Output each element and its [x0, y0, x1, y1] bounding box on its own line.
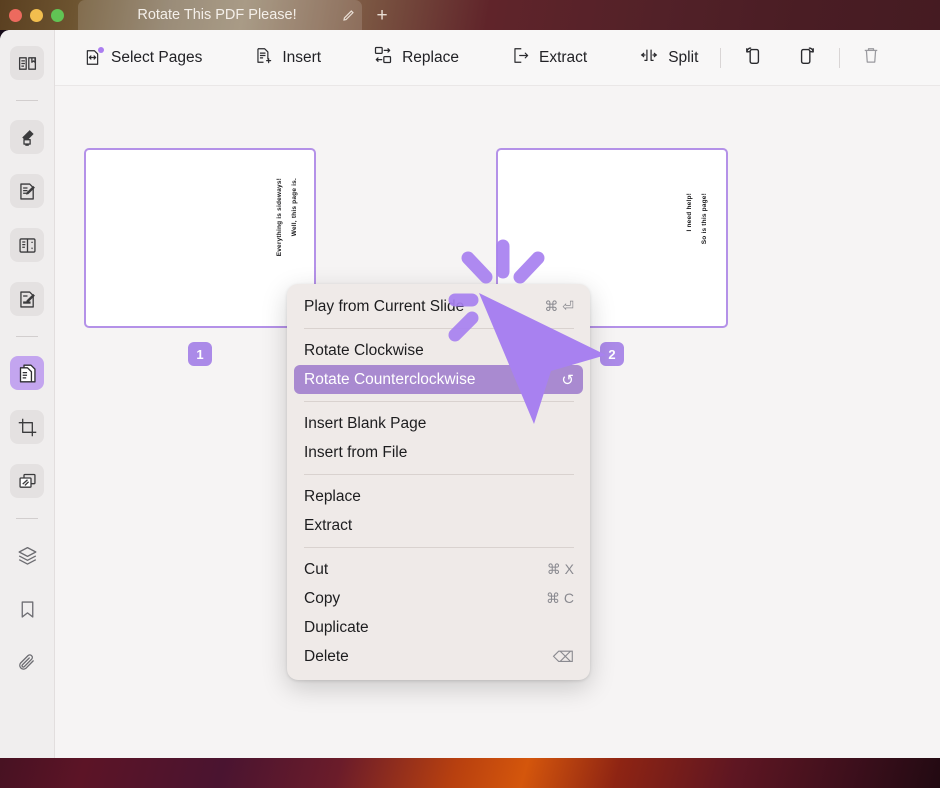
replace-button[interactable]: Replace	[365, 41, 467, 75]
menu-separator	[304, 328, 574, 329]
split-button[interactable]: Split	[631, 41, 706, 75]
select-pages-badge-dot	[98, 47, 104, 53]
split-icon	[639, 45, 659, 70]
select-pages-button[interactable]: Select Pages	[75, 41, 210, 75]
menu-item-copy[interactable]: Copy ⌘ C	[287, 584, 590, 613]
insert-page-icon	[254, 46, 273, 70]
select-pages-label: Select Pages	[111, 48, 203, 66]
menu-item-rotate-clockwise[interactable]: Rotate Clockwise ↻	[287, 336, 590, 365]
rail-divider	[16, 336, 38, 337]
menu-separator	[304, 474, 574, 475]
page-1-text-line-1: Everything is sideways!	[276, 178, 283, 257]
pencil-icon[interactable]	[334, 9, 362, 22]
sidebar-item-bookmarks[interactable]	[10, 592, 44, 626]
tab-title: Rotate This PDF Please!	[137, 7, 297, 23]
app-window: Rotate This PDF Please! + Select Pages I…	[0, 0, 940, 758]
page-context-menu[interactable]: Play from Current Slide ⌘ ⏎ Rotate Clock…	[287, 284, 590, 680]
maximize-window-button[interactable]	[51, 9, 64, 22]
close-window-button[interactable]	[9, 9, 22, 22]
menu-accel: ⌘ ⏎	[544, 298, 574, 314]
menu-separator	[304, 547, 574, 548]
sidebar-item-crop[interactable]	[10, 410, 44, 444]
rotate-left-button[interactable]	[735, 41, 769, 75]
minimize-window-button[interactable]	[30, 9, 43, 22]
document-tab[interactable]: Rotate This PDF Please!	[78, 0, 362, 30]
rail-divider	[16, 518, 38, 519]
page-2-text-line-2: So is this page!	[701, 193, 708, 245]
menu-item-replace[interactable]: Replace	[287, 482, 590, 511]
rotate-ccw-icon: ↺	[561, 371, 574, 389]
rotate-right-button[interactable]	[791, 41, 825, 75]
rotate-cw-page-icon	[797, 44, 819, 71]
menu-item-extract[interactable]: Extract	[287, 511, 590, 540]
sidebar-item-layers[interactable]	[10, 538, 44, 572]
plus-icon[interactable]: +	[371, 4, 393, 26]
menu-accel: ⌘ C	[546, 590, 574, 606]
page-cell[interactable]: Everything is sideways! Well, this page …	[84, 148, 316, 366]
window-titlebar: Rotate This PDF Please! +	[0, 0, 940, 30]
menu-item-cut[interactable]: Cut ⌘ X	[287, 555, 590, 584]
replace-label: Replace	[402, 48, 459, 66]
menu-item-delete[interactable]: Delete ⌫	[287, 642, 590, 671]
menu-item-rotate-counterclockwise[interactable]: Rotate Counterclockwise ↺	[294, 365, 583, 394]
sidebar-item-highlighter[interactable]	[10, 120, 44, 154]
menu-item-duplicate[interactable]: Duplicate	[287, 613, 590, 642]
menu-item-play-from-current-slide[interactable]: Play from Current Slide ⌘ ⏎	[287, 292, 590, 321]
rail-divider	[16, 100, 38, 101]
sidebar-item-annotate[interactable]	[10, 174, 44, 208]
page-2-text-line-1: I need help!	[686, 193, 693, 232]
page-number-badge: 2	[600, 342, 624, 366]
menu-accel: ⌘ X	[546, 561, 574, 577]
extract-label: Extract	[538, 48, 588, 66]
insert-button[interactable]: Insert	[246, 41, 329, 75]
page-1-text-line-2: Well, this page is.	[291, 178, 298, 237]
rotate-ccw-page-icon	[741, 44, 763, 71]
split-label: Split	[668, 48, 699, 66]
insert-label: Insert	[282, 48, 322, 66]
delete-button[interactable]	[854, 41, 888, 75]
extract-icon	[511, 46, 530, 70]
menu-item-insert-blank-page[interactable]: Insert Blank Page	[287, 409, 590, 438]
sidebar-item-signature[interactable]	[10, 282, 44, 316]
sidebar-item-compress[interactable]	[10, 464, 44, 498]
pages-canvas[interactable]: Everything is sideways! Well, this page …	[55, 86, 940, 758]
select-pages-icon	[83, 47, 104, 67]
menu-separator	[304, 401, 574, 402]
trash-icon	[861, 45, 881, 70]
toolbar-divider	[839, 47, 841, 68]
toolbar-divider	[720, 47, 722, 68]
page-tools-toolbar: Select Pages Insert Replace Extract Spli…	[55, 30, 940, 86]
left-tool-rail	[0, 30, 55, 758]
app-body: Select Pages Insert Replace Extract Spli…	[0, 30, 940, 758]
page-thumbnail-1[interactable]: Everything is sideways! Well, this page …	[84, 148, 316, 328]
extract-button[interactable]: Extract	[503, 41, 595, 75]
sidebar-item-reading-list[interactable]	[10, 228, 44, 262]
sidebar-item-attachments[interactable]	[10, 646, 44, 680]
menu-accel: ⌫	[552, 648, 574, 666]
menu-item-insert-from-file[interactable]: Insert from File	[287, 438, 590, 467]
rotate-cw-icon: ↻	[561, 342, 574, 360]
replace-icon	[373, 45, 393, 70]
sidebar-item-reader-view[interactable]	[10, 46, 44, 80]
page-number-badge: 1	[188, 342, 212, 366]
sidebar-item-organize-pages[interactable]	[10, 356, 44, 390]
